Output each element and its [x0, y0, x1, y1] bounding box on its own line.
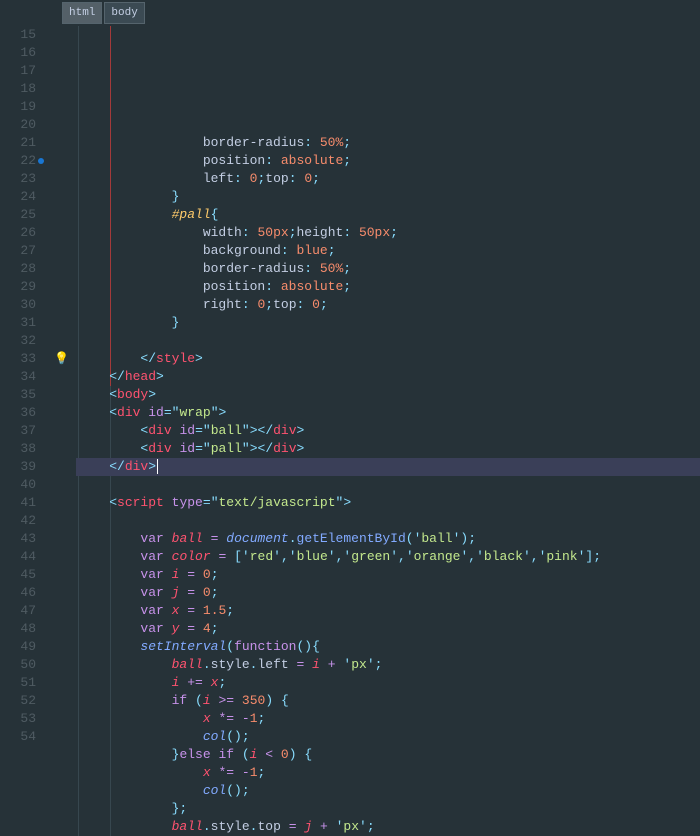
line-number: 23: [0, 170, 36, 188]
code-line[interactable]: [76, 116, 700, 134]
code-area[interactable]: border-radius: 50%; position: absolute; …: [76, 26, 700, 836]
code-line[interactable]: var x = 1.5;: [76, 602, 700, 620]
line-number: 50: [0, 656, 36, 674]
line-number: 26: [0, 224, 36, 242]
code-line[interactable]: <div id="ball"></div>: [76, 422, 700, 440]
code-line[interactable]: <div id="wrap">: [76, 404, 700, 422]
code-line[interactable]: i += x;: [76, 674, 700, 692]
code-line[interactable]: </head>: [76, 368, 700, 386]
line-number: 51: [0, 674, 36, 692]
line-number: 39: [0, 458, 36, 476]
code-line[interactable]: border-radius: 50%;: [76, 260, 700, 278]
line-number: 32: [0, 332, 36, 350]
code-line[interactable]: border-radius: 50%;: [76, 134, 700, 152]
code-line[interactable]: </div>: [76, 458, 700, 476]
breakpoint-marker-icon[interactable]: [38, 158, 44, 164]
code-line[interactable]: }: [76, 314, 700, 332]
code-editor[interactable]: 1516171819202122232425262728293031323334…: [0, 26, 700, 836]
code-line[interactable]: [76, 476, 700, 494]
code-line[interactable]: col();: [76, 728, 700, 746]
code-line[interactable]: [76, 512, 700, 530]
code-line[interactable]: x *= -1;: [76, 710, 700, 728]
line-number: 40: [0, 476, 36, 494]
line-number: 38: [0, 440, 36, 458]
code-line[interactable]: x *= -1;: [76, 764, 700, 782]
code-line[interactable]: var ball = document.getElementById('ball…: [76, 530, 700, 548]
line-number: 21: [0, 134, 36, 152]
line-number: 29: [0, 278, 36, 296]
text-cursor: [157, 459, 158, 474]
code-line[interactable]: right: 0;top: 0;: [76, 296, 700, 314]
breadcrumb: html body: [0, 0, 700, 26]
code-line[interactable]: <div id="pall"></div>: [76, 440, 700, 458]
line-number: 46: [0, 584, 36, 602]
line-number: 18: [0, 80, 36, 98]
line-number: 37: [0, 422, 36, 440]
line-number: 34: [0, 368, 36, 386]
line-number: 33: [0, 350, 36, 368]
code-line[interactable]: left: 0;top: 0;: [76, 170, 700, 188]
line-number: 31: [0, 314, 36, 332]
line-number: 47: [0, 602, 36, 620]
code-line[interactable]: col();: [76, 782, 700, 800]
gutter-icons: 💡: [50, 26, 76, 836]
code-line[interactable]: ball.style.left = i + 'px';: [76, 656, 700, 674]
line-number: 44: [0, 548, 36, 566]
line-number: 20: [0, 116, 36, 134]
line-number: 30: [0, 296, 36, 314]
code-line[interactable]: <script type="text/javascript">: [76, 494, 700, 512]
code-line[interactable]: setInterval(function(){: [76, 638, 700, 656]
line-number: 43: [0, 530, 36, 548]
code-line[interactable]: if (i >= 350) {: [76, 692, 700, 710]
code-line[interactable]: }: [76, 188, 700, 206]
line-number: 19: [0, 98, 36, 116]
line-number: 25: [0, 206, 36, 224]
code-line[interactable]: background: blue;: [76, 242, 700, 260]
code-line[interactable]: var j = 0;: [76, 584, 700, 602]
code-line[interactable]: }else if (i < 0) {: [76, 746, 700, 764]
code-line[interactable]: </style>: [76, 350, 700, 368]
code-line[interactable]: position: absolute;: [76, 152, 700, 170]
code-line[interactable]: position: absolute;: [76, 278, 700, 296]
line-number: 54: [0, 728, 36, 746]
line-number: 24: [0, 188, 36, 206]
line-number: 17: [0, 62, 36, 80]
code-line[interactable]: [76, 332, 700, 350]
line-number: 48: [0, 620, 36, 638]
code-line[interactable]: var color = ['red','blue','green','orang…: [76, 548, 700, 566]
line-number: 22: [0, 152, 36, 170]
lightbulb-icon[interactable]: 💡: [54, 352, 68, 366]
line-number: 52: [0, 692, 36, 710]
line-gutter: 1516171819202122232425262728293031323334…: [0, 26, 50, 836]
line-number: 45: [0, 566, 36, 584]
line-number: 41: [0, 494, 36, 512]
code-line[interactable]: <body>: [76, 386, 700, 404]
line-number: 36: [0, 404, 36, 422]
line-number: 53: [0, 710, 36, 728]
line-number: 42: [0, 512, 36, 530]
line-number: 27: [0, 242, 36, 260]
line-number: 35: [0, 386, 36, 404]
line-number: 16: [0, 44, 36, 62]
code-line[interactable]: #pall{: [76, 206, 700, 224]
code-line[interactable]: width: 50px;height: 50px;: [76, 224, 700, 242]
line-number: 28: [0, 260, 36, 278]
breadcrumb-item-html[interactable]: html: [62, 2, 102, 24]
breadcrumb-item-body[interactable]: body: [104, 2, 144, 24]
code-line[interactable]: ball.style.top = j + 'px';: [76, 818, 700, 836]
line-number: 15: [0, 26, 36, 44]
code-line[interactable]: var y = 4;: [76, 620, 700, 638]
code-line[interactable]: var i = 0;: [76, 566, 700, 584]
code-line[interactable]: };: [76, 800, 700, 818]
line-number: 49: [0, 638, 36, 656]
